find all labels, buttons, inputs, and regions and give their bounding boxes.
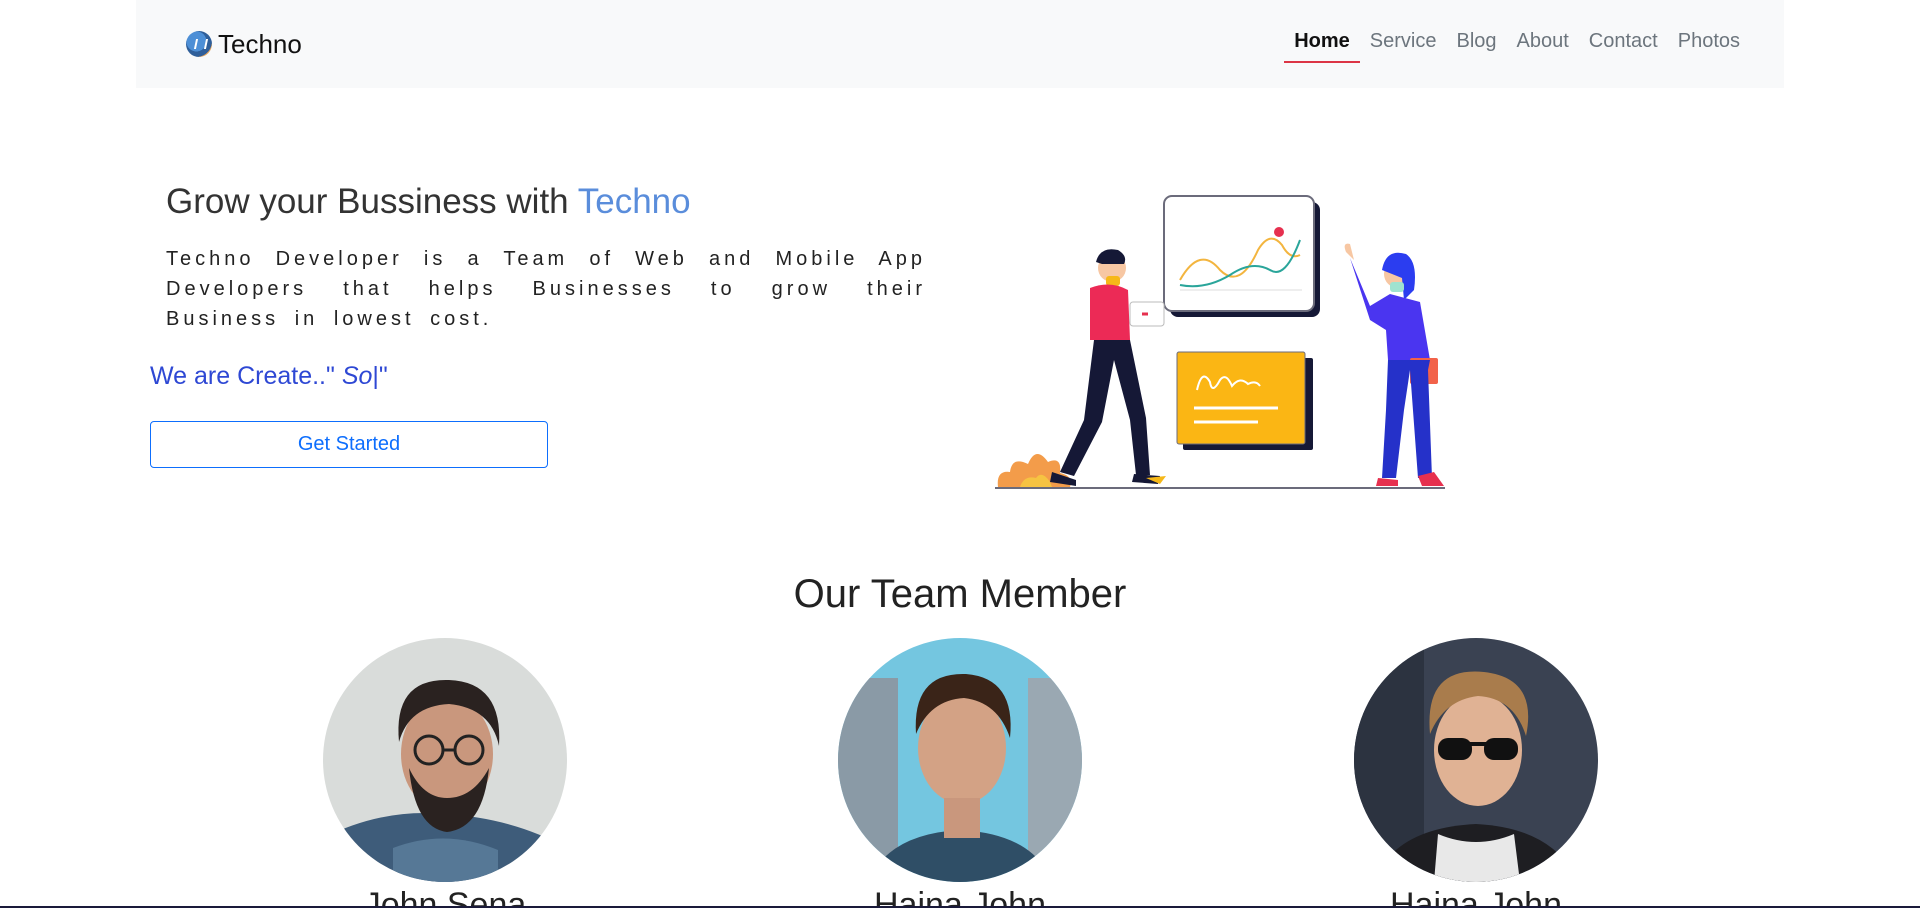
hero-title-accent: Techno <box>577 182 691 221</box>
team-member-avatar[interactable] <box>1354 638 1598 882</box>
nav-link-photos[interactable]: Photos <box>1668 26 1750 63</box>
hero-title-prefix: Grow your Bussiness with <box>166 182 578 221</box>
typed-suffix: " <box>378 362 388 390</box>
nav-link-blog[interactable]: Blog <box>1447 26 1507 63</box>
brand[interactable]: Techno <box>186 28 302 60</box>
typed-word: So <box>341 362 373 390</box>
team-member-avatar[interactable] <box>838 638 1082 882</box>
team-member-name: John Sena <box>363 886 527 908</box>
main-nav: Home Service Blog About Contact Photos <box>1284 26 1750 63</box>
team-member-name: Hajna John <box>873 886 1046 908</box>
page: Techno Home Service Blog About Contact P… <box>0 0 1920 908</box>
nav-link-contact[interactable]: Contact <box>1579 26 1668 63</box>
techno-logo-icon <box>186 31 212 57</box>
nav-link-about[interactable]: About <box>1507 26 1579 63</box>
hero-title: Grow your Bussiness with Techno <box>166 182 691 222</box>
typed-text: We are Create.." So|" <box>150 362 388 391</box>
hero-description: Techno Developer is a Team of Web and Mo… <box>166 248 926 330</box>
typed-prefix: We are Create.." <box>150 362 342 390</box>
hero-illustration <box>995 195 1445 489</box>
team-section-title: Our Team Member <box>793 572 1127 616</box>
nav-link-home[interactable]: Home <box>1284 26 1360 63</box>
team-member-card: Hajna John <box>1354 638 1598 908</box>
brand-name: Techno <box>218 28 302 59</box>
get-started-button[interactable]: Get Started <box>150 421 548 468</box>
team-member-avatar[interactable] <box>323 638 567 882</box>
team-member-name: Hajna John <box>1389 886 1562 908</box>
team-member-card: John Sena <box>323 638 567 908</box>
nav-link-service[interactable]: Service <box>1360 26 1447 63</box>
navbar: Techno Home Service Blog About Contact P… <box>136 0 1784 88</box>
team-member-card: Hajna John <box>838 638 1082 908</box>
